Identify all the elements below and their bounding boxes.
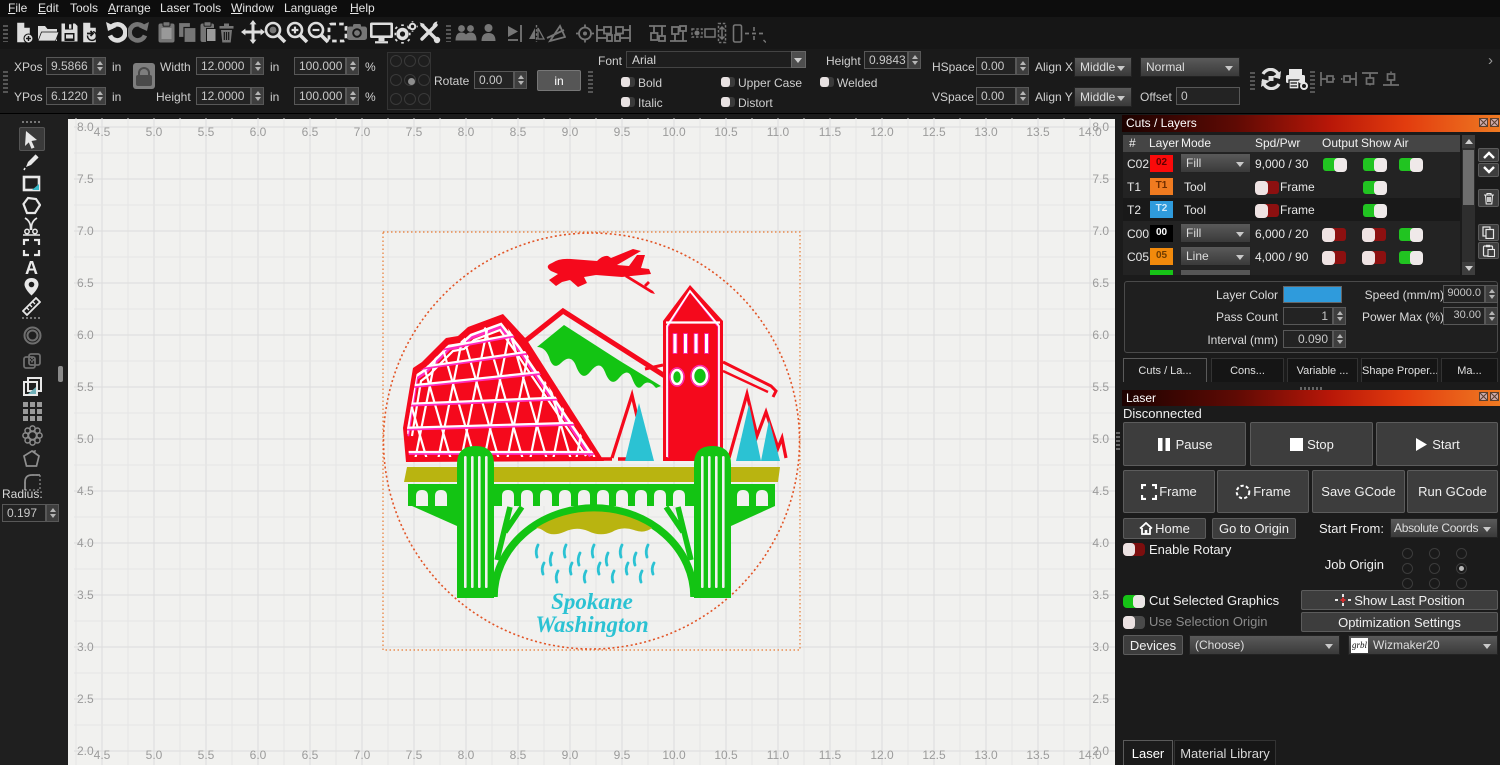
svg-text:Spokane: Spokane [551, 589, 633, 614]
svg-text:9.5: 9.5 [614, 125, 631, 139]
svg-text:6.0: 6.0 [250, 748, 267, 762]
svg-text:8.0: 8.0 [458, 748, 475, 762]
svg-text:A: A [25, 258, 38, 277]
svg-text:5.5: 5.5 [77, 380, 94, 394]
svg-text:11.0: 11.0 [767, 748, 790, 762]
svg-text:11.0: 11.0 [767, 125, 790, 139]
svg-text:13.5: 13.5 [1026, 748, 1050, 762]
svg-text:7.0: 7.0 [354, 125, 371, 139]
svg-text:12.5: 12.5 [922, 125, 946, 139]
svg-text:6.0: 6.0 [250, 125, 267, 139]
svg-text:7.5: 7.5 [406, 125, 423, 139]
svg-text:9.0: 9.0 [562, 748, 579, 762]
svg-text:4.5: 4.5 [94, 748, 111, 762]
svg-text:2.0: 2.0 [77, 744, 94, 758]
svg-text:7.0: 7.0 [77, 224, 94, 238]
svg-text:2.0: 2.0 [1092, 744, 1109, 758]
svg-text:13.0: 13.0 [974, 125, 998, 139]
svg-text:8.0: 8.0 [77, 120, 94, 134]
svg-text:3.0: 3.0 [1092, 640, 1109, 654]
svg-text:10.5: 10.5 [714, 125, 738, 139]
svg-text:7.5: 7.5 [1092, 172, 1109, 186]
svg-text:5.5: 5.5 [198, 748, 215, 762]
svg-text:3.0: 3.0 [77, 640, 94, 654]
svg-text:5.5: 5.5 [198, 125, 215, 139]
svg-text:4.0: 4.0 [1092, 536, 1109, 550]
svg-text:8.0: 8.0 [458, 125, 475, 139]
svg-text:6.5: 6.5 [302, 748, 319, 762]
svg-text:4.5: 4.5 [1092, 484, 1109, 498]
svg-text:7.0: 7.0 [354, 748, 371, 762]
svg-text:8.0: 8.0 [1092, 120, 1109, 134]
svg-text:13.5: 13.5 [1026, 125, 1050, 139]
svg-text:11.5: 11.5 [819, 748, 842, 762]
svg-text:7.5: 7.5 [77, 172, 94, 186]
svg-text:12.0: 12.0 [870, 125, 894, 139]
svg-text:6.5: 6.5 [77, 276, 94, 290]
svg-text:7.0: 7.0 [1092, 224, 1109, 238]
svg-text:6.5: 6.5 [302, 125, 319, 139]
svg-text:3.5: 3.5 [1092, 588, 1109, 602]
svg-text:Washington: Washington [535, 612, 648, 637]
svg-text:3.5: 3.5 [77, 588, 94, 602]
svg-text:8.5: 8.5 [510, 125, 527, 139]
svg-text:2.5: 2.5 [1092, 692, 1109, 706]
svg-text:4.5: 4.5 [94, 125, 111, 139]
svg-text:5.0: 5.0 [1092, 432, 1109, 446]
svg-text:5.0: 5.0 [146, 748, 163, 762]
svg-text:10.5: 10.5 [714, 748, 738, 762]
svg-text:10.0: 10.0 [662, 125, 686, 139]
svg-text:13.0: 13.0 [974, 748, 998, 762]
svg-text:6.0: 6.0 [1092, 328, 1109, 342]
svg-text:6.0: 6.0 [77, 328, 94, 342]
svg-text:11.5: 11.5 [819, 125, 842, 139]
svg-text:5.0: 5.0 [77, 432, 94, 446]
svg-text:12.5: 12.5 [922, 748, 946, 762]
svg-text:12.0: 12.0 [870, 748, 894, 762]
svg-text:5.5: 5.5 [1092, 380, 1109, 394]
svg-text:8.5: 8.5 [510, 748, 527, 762]
svg-text:4.0: 4.0 [77, 536, 94, 550]
svg-text:2.5: 2.5 [77, 692, 94, 706]
svg-text:10.0: 10.0 [662, 748, 686, 762]
svg-text:6.5: 6.5 [1092, 276, 1109, 290]
svg-text:9.5: 9.5 [614, 748, 631, 762]
svg-text:5.0: 5.0 [146, 125, 163, 139]
svg-text:9.0: 9.0 [562, 125, 579, 139]
svg-text:4.5: 4.5 [77, 484, 94, 498]
svg-text:7.5: 7.5 [406, 748, 423, 762]
